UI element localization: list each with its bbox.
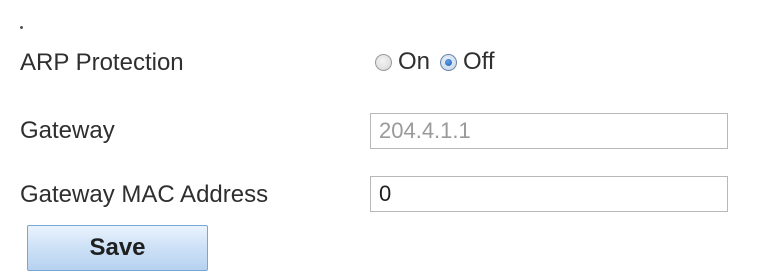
arp-on-radio[interactable] bbox=[375, 53, 392, 71]
gateway-mac-label: Gateway MAC Address bbox=[20, 181, 269, 208]
save-button[interactable]: Save bbox=[27, 225, 208, 271]
gateway-mac-input[interactable]: 0 bbox=[370, 176, 728, 212]
arp-protection-radio-group: On Off bbox=[375, 46, 505, 78]
arp-off-radio[interactable] bbox=[440, 53, 458, 71]
arp-on-label[interactable]: On bbox=[398, 48, 430, 76]
bullet-dot bbox=[20, 26, 23, 29]
arp-off-label[interactable]: Off bbox=[463, 48, 495, 76]
arp-protection-label: ARP Protection bbox=[20, 49, 184, 76]
gateway-label: Gateway bbox=[20, 117, 115, 144]
gateway-input[interactable]: 204.4.1.1 bbox=[370, 113, 728, 149]
